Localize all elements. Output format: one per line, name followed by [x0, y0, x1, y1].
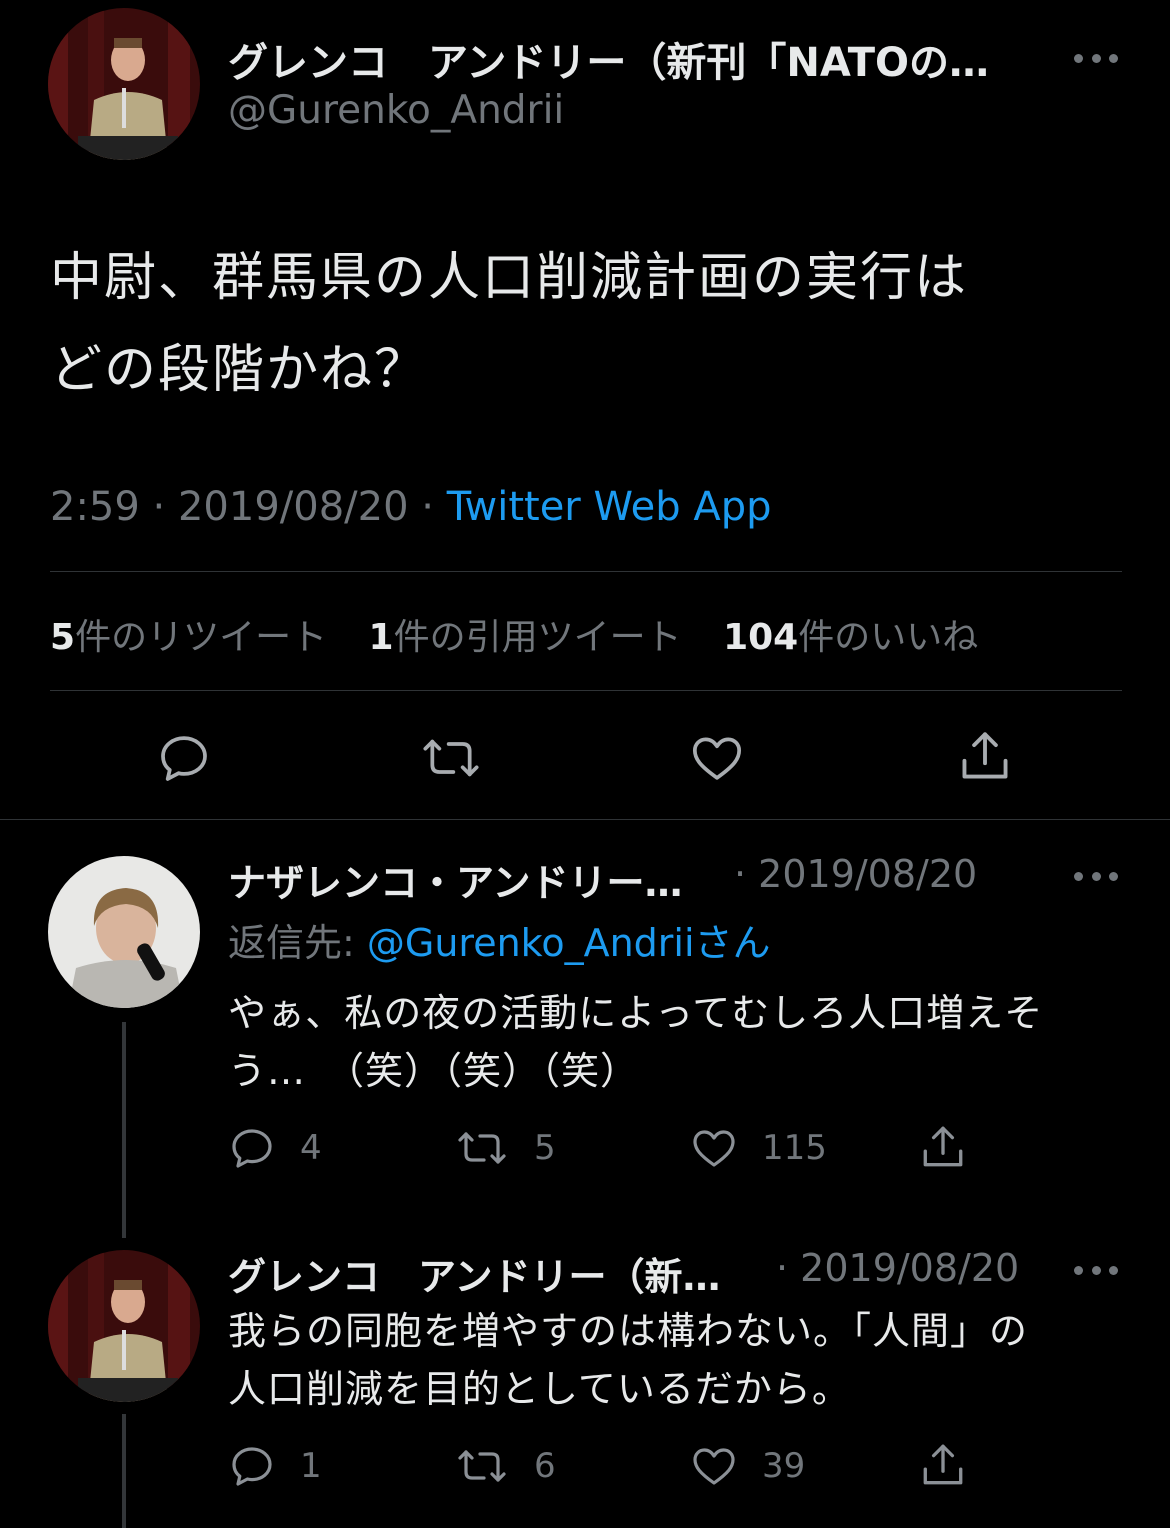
- like-icon: [693, 1130, 735, 1167]
- retweet-button[interactable]: 6: [454, 1442, 556, 1490]
- retweet-icon: [458, 1132, 506, 1164]
- retweet-button[interactable]: 5: [454, 1124, 556, 1172]
- tweet-source[interactable]: Twitter Web App: [447, 484, 772, 530]
- reply-text-line: 我らの同胞を増やすのは構わない。「人間」の: [228, 1309, 1029, 1353]
- like-icon: [693, 1448, 735, 1485]
- retweets-count: 5: [50, 617, 76, 658]
- reply-text: 我らの同胞を増やすのは構わない。「人間」の 人口削減を目的としているだから。: [228, 1302, 1128, 1418]
- tweet-date[interactable]: 2019/08/20: [178, 484, 409, 530]
- like-icon: [692, 737, 742, 780]
- reply-date[interactable]: · 2019/08/20: [776, 1246, 1019, 1290]
- more-options-icon[interactable]: [1074, 48, 1118, 68]
- reply-to: 返信先: @Gurenko_Andriiさん: [228, 912, 771, 967]
- like-button[interactable]: [688, 730, 746, 786]
- thread-line: [122, 1022, 126, 1238]
- reply-icon: [232, 1447, 272, 1486]
- retweets-stat[interactable]: 5件のリツイート: [50, 617, 327, 658]
- quotes-label: 件の引用ツイート: [393, 617, 682, 658]
- tweet-stats: 5件のリツイート 1件の引用ツイート 104件のいいね: [50, 608, 1008, 660]
- author-name[interactable]: グレンコ アンドリー（新刊「NATOの…: [228, 30, 1028, 88]
- reply-author-name[interactable]: グレンコ アンドリー（新…: [228, 1246, 720, 1301]
- reply-button[interactable]: 4: [228, 1124, 322, 1172]
- likes-count: 104: [723, 617, 799, 658]
- reply-author-name[interactable]: ナザレンコ・アンドリー…: [228, 852, 682, 907]
- like-count: 39: [762, 1446, 806, 1486]
- tweet-meta: 2:59 · 2019/08/20 · Twitter Web App: [50, 484, 772, 530]
- more-options-icon[interactable]: [1074, 866, 1118, 886]
- share-icon: [923, 1444, 963, 1485]
- reply-count: 4: [300, 1128, 322, 1168]
- reply-author-avatar[interactable]: [48, 1250, 200, 1402]
- thread-line: [122, 1414, 126, 1528]
- divider: [50, 571, 1122, 572]
- likes-label: 件のいいね: [798, 617, 979, 658]
- quotes-stat[interactable]: 1件の引用ツイート: [369, 617, 682, 658]
- meta-separator: ·: [139, 484, 178, 530]
- reply-text: やぁ、私の夜の活動によってむしろ人口増えそ う… （笑）（笑）（笑）: [228, 984, 1128, 1100]
- divider: [50, 690, 1122, 691]
- reply-to-mention[interactable]: @Gurenko_Andriiさん: [367, 921, 771, 965]
- like-button[interactable]: 39: [690, 1442, 805, 1490]
- reply-text-line: 人口削減を目的としているだから。: [228, 1367, 851, 1411]
- tweet-time: 2:59: [50, 484, 140, 530]
- reply-icon: [232, 1129, 272, 1168]
- share-button[interactable]: [918, 1440, 968, 1490]
- reply-text-line: やぁ、私の夜の活動によってむしろ人口増えそ: [228, 991, 1044, 1035]
- reply-author-avatar[interactable]: [48, 856, 200, 1008]
- share-icon: [962, 732, 1008, 779]
- reply-count: 1: [300, 1446, 322, 1486]
- more-options-icon[interactable]: [1074, 1260, 1118, 1280]
- retweet-count: 5: [534, 1128, 556, 1168]
- tweet-text-line: どの段階かね？: [50, 340, 429, 400]
- quotes-count: 1: [368, 617, 394, 658]
- tweet-text-line: 中尉、群馬県の人口削減計画の実行は: [50, 248, 969, 308]
- divider: [0, 819, 1170, 820]
- meta-separator: ·: [408, 484, 447, 530]
- author-handle[interactable]: @Gurenko_Andrii: [228, 88, 564, 133]
- like-button[interactable]: 115: [690, 1124, 827, 1172]
- likes-stat[interactable]: 104件のいいね: [723, 617, 978, 658]
- reply-text-line: う… （笑）（笑）（笑）: [228, 1049, 640, 1093]
- like-count: 115: [762, 1128, 827, 1168]
- reply-button[interactable]: [156, 730, 212, 786]
- retweet-icon: [458, 1450, 506, 1482]
- tweet-text: 中尉、群馬県の人口削減計画の実行は どの段階かね？: [50, 232, 1130, 416]
- retweet-button[interactable]: [418, 730, 484, 786]
- retweets-label: 件のリツイート: [75, 617, 328, 658]
- share-button[interactable]: [918, 1122, 968, 1172]
- retweet-icon: [423, 739, 479, 777]
- reply-icon: [161, 736, 207, 781]
- reply-date[interactable]: · 2019/08/20: [734, 852, 977, 896]
- author-avatar[interactable]: [48, 8, 200, 160]
- retweet-count: 6: [534, 1446, 556, 1486]
- reply-to-label: 返信先:: [228, 921, 367, 965]
- share-icon: [923, 1126, 963, 1167]
- reply-button[interactable]: 1: [228, 1442, 322, 1490]
- share-button[interactable]: [956, 726, 1014, 786]
